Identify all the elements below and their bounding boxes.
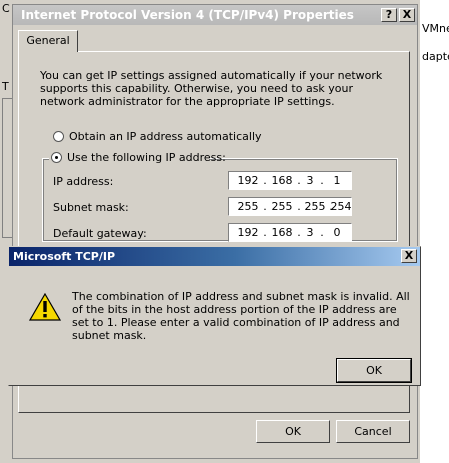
mask-octet-2: 255 [271, 200, 293, 213]
mask-octet-1: 255 [237, 200, 259, 213]
intro-text: You can get IP settings assigned automat… [40, 69, 383, 108]
ip-octet-1: 192 [237, 174, 259, 187]
msgbox-title-bar[interactable]: Microsoft TCP/IP X [9, 247, 420, 266]
gw-octet-3: 3 [306, 226, 314, 239]
ip-octet-4: 1 [333, 174, 341, 187]
cancel-button[interactable]: Cancel [336, 420, 410, 443]
ip-dot: . [263, 174, 267, 187]
dialog-title: Internet Protocol Version 4 (TCP/IPv4) P… [21, 8, 354, 22]
default-gateway-label: Default gateway: [53, 227, 147, 240]
background-text-vmnet: VMnet [422, 22, 449, 35]
tab-general[interactable]: General [18, 30, 78, 52]
dialog-title-bar[interactable]: Internet Protocol Version 4 (TCP/IPv4) P… [13, 5, 417, 25]
ok-button[interactable]: OK [256, 420, 330, 443]
ip-octet-3: 3 [306, 174, 314, 187]
gw-octet-1: 192 [237, 226, 259, 239]
dialog-close-button[interactable]: X [399, 8, 415, 22]
msgbox-ok-button[interactable]: OK [336, 358, 412, 383]
gw-octet-2: 168 [271, 226, 293, 239]
ip-address-label: IP address: [53, 175, 114, 188]
gw-octet-4: 0 [333, 226, 341, 239]
subnet-mask-label: Subnet mask: [53, 201, 129, 214]
ip-dot: . [320, 174, 324, 187]
background-text-c: C [2, 2, 10, 15]
error-message-box: Microsoft TCP/IP X The combination of IP… [8, 246, 421, 386]
gw-dot: . [263, 226, 267, 239]
radio-obtain-auto[interactable] [53, 131, 64, 142]
ip-address-field[interactable]: 192 . 168 . 3 . 1 [228, 171, 352, 190]
background-text-t: T [2, 80, 9, 93]
default-gateway-field[interactable]: 192 . 168 . 3 . 0 [228, 223, 352, 242]
warning-icon [29, 293, 61, 321]
ip-octet-2: 168 [271, 174, 293, 187]
background-text-adapter: dapte [422, 50, 449, 63]
subnet-mask-field[interactable]: 255 . 255 . 255 . 254 [228, 197, 352, 216]
radio-obtain-auto-label: Obtain an IP address automatically [69, 130, 262, 143]
help-button[interactable]: ? [381, 8, 397, 22]
mask-octet-3: 255 [304, 200, 326, 213]
gw-dot: . [320, 226, 324, 239]
gw-dot: . [297, 226, 301, 239]
msgbox-title: Microsoft TCP/IP [13, 250, 116, 263]
msgbox-close-button[interactable]: X [401, 249, 417, 263]
mask-dot: . [263, 200, 267, 213]
msgbox-message: The combination of IP address and subnet… [72, 290, 410, 342]
radio-use-following-label: Use the following IP address: [67, 151, 226, 164]
radio-use-following[interactable] [51, 152, 62, 163]
mask-octet-4: 254 [330, 200, 352, 213]
ip-dot: . [297, 174, 301, 187]
